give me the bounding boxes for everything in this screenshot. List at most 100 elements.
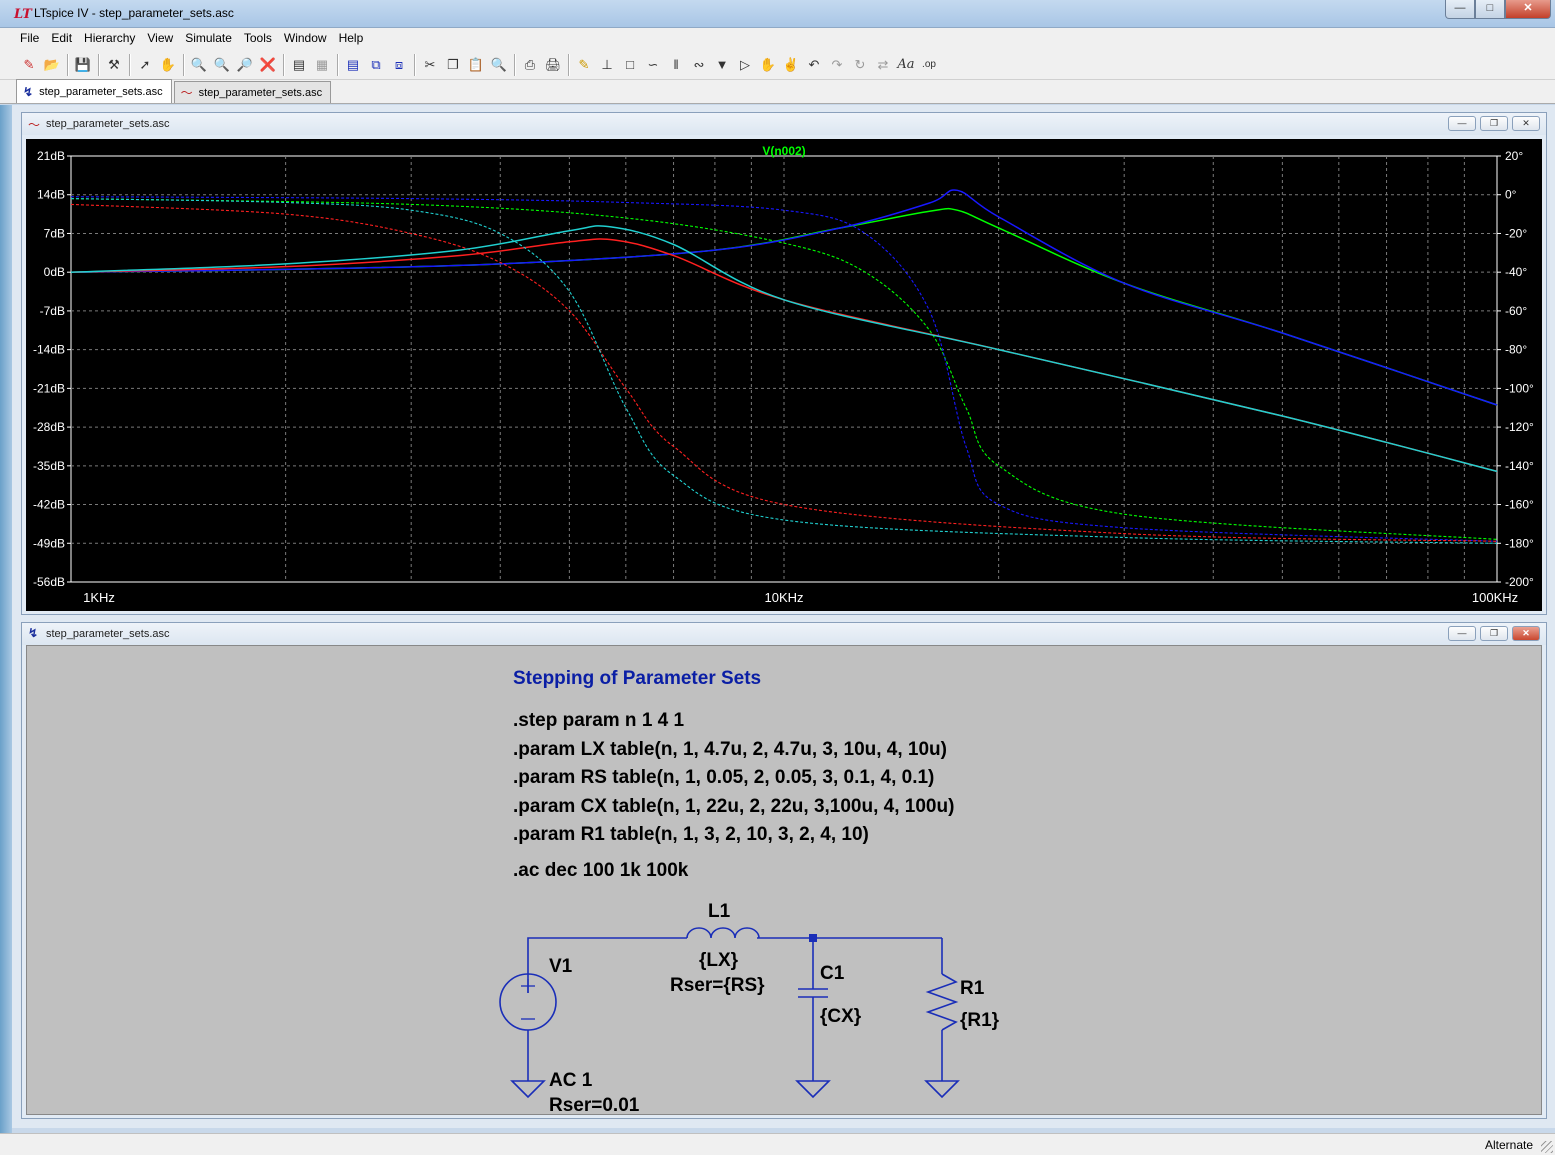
y2-tick-label: -120° (1505, 420, 1534, 434)
resistor-icon[interactable]: ∽ (642, 54, 664, 76)
restore-button[interactable]: ❐ (1480, 116, 1508, 131)
zoom-fit-icon[interactable]: ❌ (257, 54, 279, 76)
find-icon[interactable]: 🔍 (488, 54, 510, 76)
waveform-icon: 〜 (28, 118, 41, 132)
rotate-icon[interactable]: ↻ (849, 54, 871, 76)
inductor-l1[interactable] (686, 927, 760, 939)
menu-simulate[interactable]: Simulate (179, 28, 238, 50)
inductor-icon[interactable]: ∾ (688, 54, 710, 76)
close-button[interactable]: ✕ (1512, 116, 1540, 131)
minimize-button[interactable]: — (1448, 626, 1476, 641)
menu-edit[interactable]: Edit (45, 28, 78, 50)
zoom-out-icon[interactable]: 🔎 (234, 54, 256, 76)
menu-tools[interactable]: Tools (238, 28, 278, 50)
autorange-icon[interactable]: ▤ (288, 54, 310, 76)
schematic-canvas[interactable]: Stepping of Parameter Sets .step param n… (26, 645, 1542, 1117)
v1-rser[interactable]: Rser=0.01 (549, 1095, 639, 1117)
tab-waveform[interactable]: 〜 step_parameter_sets.asc (173, 81, 332, 103)
c1-name[interactable]: C1 (820, 963, 844, 985)
l1-name[interactable]: L1 (708, 901, 730, 923)
run-icon[interactable]: ➚ (134, 54, 156, 76)
menu-view[interactable]: View (141, 28, 179, 50)
menu-window[interactable]: Window (278, 28, 333, 50)
schematic-window: ↯ step_parameter_sets.asc — ❐ ✕ Stepping… (21, 622, 1547, 1119)
mirror-icon[interactable]: ⇄ (872, 54, 894, 76)
menu-file[interactable]: File (14, 28, 45, 50)
menu-help[interactable]: Help (333, 28, 370, 50)
y-tick-label: -28dB (33, 420, 65, 434)
x-tick-label: 100KHz (1472, 590, 1518, 605)
undo-icon[interactable]: ↶ (803, 54, 825, 76)
minimize-button[interactable]: — (1445, 0, 1475, 19)
tab-schematic[interactable]: ↯ step_parameter_sets.asc (16, 79, 172, 103)
close-button[interactable]: ✕ (1512, 626, 1540, 641)
halt-icon[interactable]: ✋ (157, 54, 179, 76)
print-preview-icon[interactable]: ⎙ (519, 54, 541, 76)
control-panel-icon[interactable]: ⚒ (103, 54, 125, 76)
toolbar: ✎ 📂 💾 ⚒ ➚ ✋ 🔍 🔍 🔎 ❌ ▤ ▦ ▤ ⧉ ⧈ ✂ ❐ 📋 🔍 ⎙ … (0, 50, 1555, 80)
y-tick-label: -35dB (33, 459, 65, 473)
y2-tick-label: 0° (1505, 188, 1517, 202)
label-net-icon[interactable]: □ (619, 54, 641, 76)
y-tick-label: -42dB (33, 498, 65, 512)
redo-icon[interactable]: ↷ (826, 54, 848, 76)
print-icon[interactable]: 🖨 (542, 54, 564, 76)
save-icon[interactable]: 💾 (72, 54, 94, 76)
text-icon[interactable]: Aa (895, 54, 917, 76)
new-schematic-icon[interactable]: ✎ (18, 54, 40, 76)
move-icon[interactable]: ✋ (757, 54, 779, 76)
restore-button[interactable]: ❐ (1480, 626, 1508, 641)
draw-wire-icon[interactable]: ✎ (573, 54, 595, 76)
minimize-button[interactable]: — (1448, 116, 1476, 131)
resize-grip-icon[interactable] (1541, 1141, 1553, 1153)
y2-tick-label: -60° (1505, 304, 1527, 318)
trace-phase-step-4[interactable] (70, 198, 1498, 544)
y-tick-label: -49dB (33, 536, 65, 550)
l1-value[interactable]: {LX} (699, 950, 738, 972)
maximize-button[interactable]: □ (1475, 0, 1505, 19)
ground-icon[interactable] (795, 1080, 831, 1099)
ground-icon[interactable] (924, 1080, 960, 1099)
cascade-icon[interactable]: ⧉ (365, 54, 387, 76)
copy-icon[interactable]: ❐ (442, 54, 464, 76)
cut-icon[interactable]: ✂ (419, 54, 441, 76)
window-title: LTspice IV - step_parameter_sets.asc (34, 6, 234, 20)
schematic-window-title: step_parameter_sets.asc (46, 628, 170, 640)
open-folder-icon[interactable]: 📂 (41, 54, 63, 76)
desktop-background (0, 105, 12, 1133)
y2-tick-label: -40° (1505, 265, 1527, 279)
x-tick-label: 10KHz (764, 590, 803, 605)
l1-rser[interactable]: Rser={RS} (670, 975, 765, 997)
r1-value[interactable]: {R1} (960, 1010, 999, 1032)
ground-icon[interactable]: ⊥ (596, 54, 618, 76)
c1-value[interactable]: {CX} (820, 1006, 861, 1028)
ground-icon[interactable] (510, 1080, 546, 1099)
v1-value[interactable]: AC 1 (549, 1070, 592, 1092)
waveform-plot-area[interactable]: 21dB 20° 14dB 0° 7dB -20° 0dB -40° -7dB -60° -14dB… (26, 139, 1542, 611)
v1-name[interactable]: V1 (549, 956, 572, 978)
grid-icon[interactable]: ▦ (311, 54, 333, 76)
diode-icon[interactable]: ▼ (711, 54, 733, 76)
capacitor-icon[interactable]: ‖ (665, 54, 687, 76)
component-icon[interactable]: ▷ (734, 54, 756, 76)
pan-icon[interactable]: 🔍 (211, 54, 233, 76)
spice-directive-icon[interactable]: .op (918, 54, 940, 76)
toolbar-separator (98, 53, 100, 76)
y-tick-label: -14dB (33, 343, 65, 357)
tile-vertical-icon[interactable]: ⧈ (388, 54, 410, 76)
y2-tick-label: -200° (1505, 575, 1534, 589)
toolbar-separator (67, 53, 69, 76)
drag-icon[interactable]: ✌ (780, 54, 802, 76)
zoom-in-icon[interactable]: 🔍 (188, 54, 210, 76)
r1-name[interactable]: R1 (960, 978, 984, 1000)
bode-plot[interactable]: 21dB 20° 14dB 0° 7dB -20° 0dB -40° -7dB -60° -14dB… (26, 139, 1542, 611)
paste-icon[interactable]: 📋 (465, 54, 487, 76)
close-button[interactable]: ✕ (1505, 0, 1551, 19)
toolbar-separator (414, 53, 416, 76)
menu-hierarchy[interactable]: Hierarchy (78, 28, 141, 50)
resistor-r1[interactable] (925, 973, 959, 1031)
tile-horizontal-icon[interactable]: ▤ (342, 54, 364, 76)
toolbar-separator (514, 53, 516, 76)
trace-label[interactable]: V(n002) (762, 144, 805, 158)
y2-tick-label: -80° (1505, 343, 1527, 357)
